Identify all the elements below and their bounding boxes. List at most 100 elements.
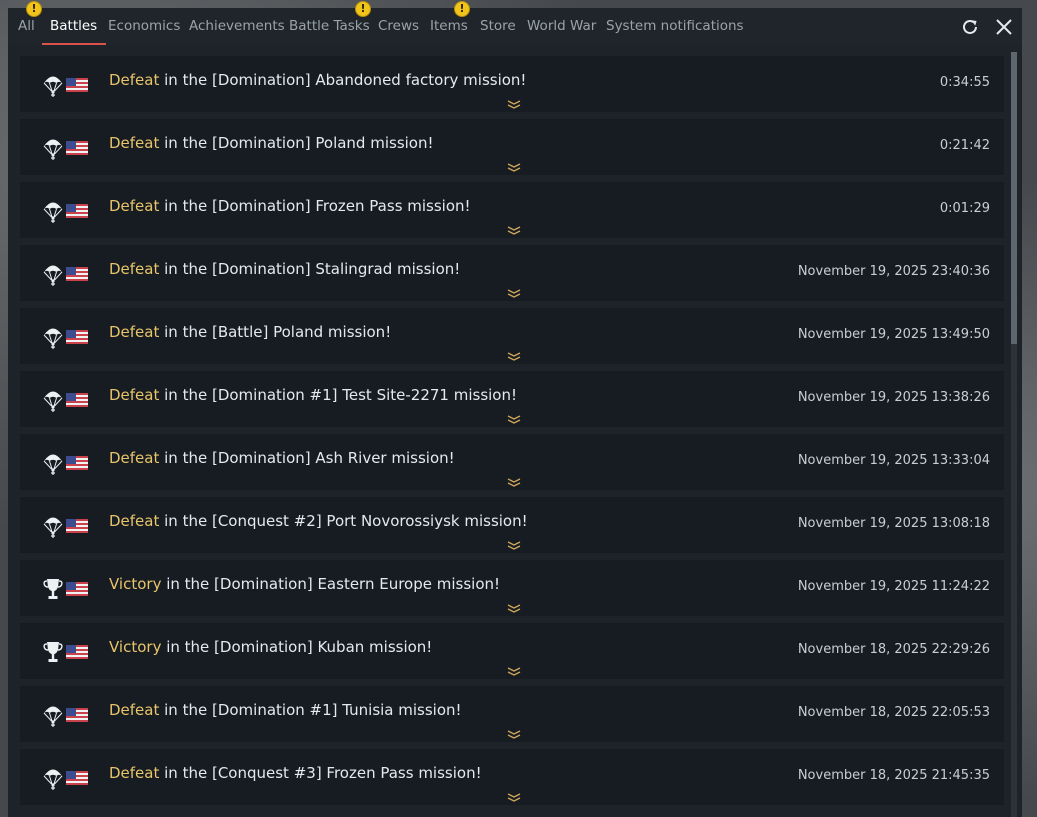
tab-bar: All! Battles Economics Achievements Batt… xyxy=(8,1,1022,45)
expand-chevron-icon[interactable] xyxy=(507,478,521,487)
refresh-button[interactable] xyxy=(958,15,982,39)
notification-row[interactable]: Defeat in the [Battle] Poland mission! N… xyxy=(20,308,1004,364)
parachute-icon xyxy=(43,769,63,790)
expand-chevron-icon[interactable] xyxy=(507,667,521,676)
mission-text: in the [Domination] Poland mission! xyxy=(159,134,434,152)
notification-time: 0:34:55 xyxy=(939,75,990,90)
notification-time: November 19, 2025 11:24:22 xyxy=(797,579,990,594)
notification-row[interactable]: Defeat in the [Domination #1] Tunisia mi… xyxy=(20,686,1004,742)
parachute-icon xyxy=(43,517,63,538)
tab-battles[interactable]: Battles xyxy=(41,8,107,45)
battle-result: Defeat xyxy=(109,449,160,467)
battle-result: Victory xyxy=(109,638,162,656)
parachute-icon xyxy=(43,454,63,475)
notification-row[interactable]: Defeat in the [Conquest #3] Frozen Pass … xyxy=(20,749,1004,805)
mission-text: in the [Domination] Eastern Europe missi… xyxy=(161,575,501,593)
notification-time: November 19, 2025 13:49:50 xyxy=(797,327,990,342)
notification-time: November 18, 2025 22:05:53 xyxy=(797,705,990,720)
parachute-icon xyxy=(43,76,63,97)
usa-flag-icon xyxy=(66,393,88,407)
battle-result: Defeat xyxy=(109,260,160,278)
usa-flag-icon xyxy=(66,141,88,155)
notification-message: Defeat in the [Domination #1] Tunisia mi… xyxy=(109,701,462,719)
battle-result: Defeat xyxy=(109,512,160,530)
trophy-icon xyxy=(43,579,63,599)
notification-message: Defeat in the [Domination #1] Test Site-… xyxy=(109,386,517,404)
expand-chevron-icon[interactable] xyxy=(507,352,521,361)
expand-chevron-icon[interactable] xyxy=(507,793,521,802)
close-button[interactable] xyxy=(992,15,1016,39)
tab-all[interactable]: All! xyxy=(18,1,42,45)
usa-flag-icon xyxy=(66,519,88,533)
notification-message: Defeat in the [Domination] Stalingrad mi… xyxy=(109,260,460,278)
notification-time: November 18, 2025 21:45:35 xyxy=(797,768,990,783)
scrollbar-thumb[interactable] xyxy=(1011,52,1017,344)
tab-economics[interactable]: Economics xyxy=(108,8,180,45)
usa-flag-icon xyxy=(66,204,88,218)
notification-message: Victory in the [Domination] Kuban missio… xyxy=(109,638,432,656)
parachute-icon xyxy=(43,328,63,349)
expand-chevron-icon[interactable] xyxy=(507,730,521,739)
expand-chevron-icon[interactable] xyxy=(507,415,521,424)
usa-flag-icon xyxy=(66,78,88,92)
usa-flag-icon xyxy=(66,645,88,659)
battle-result: Defeat xyxy=(109,71,160,89)
notification-row[interactable]: Victory in the [Domination] Eastern Euro… xyxy=(20,560,1004,616)
expand-chevron-icon[interactable] xyxy=(507,163,521,172)
expand-chevron-icon[interactable] xyxy=(507,100,521,109)
tab-battle-tasks[interactable]: Battle Tasks! xyxy=(289,1,371,45)
parachute-icon xyxy=(43,265,63,286)
notification-time: November 18, 2025 22:29:26 xyxy=(797,642,990,657)
usa-flag-icon xyxy=(66,582,88,596)
mission-text: in the [Conquest #3] Frozen Pass mission… xyxy=(159,764,482,782)
notification-row[interactable]: Defeat in the [Domination] Frozen Pass m… xyxy=(20,182,1004,238)
notification-badge: ! xyxy=(454,1,470,17)
scrollbar[interactable] xyxy=(1011,52,1017,817)
mission-text: in the [Domination] Kuban mission! xyxy=(161,638,433,656)
mission-text: in the [Battle] Poland mission! xyxy=(159,323,392,341)
notification-badge: ! xyxy=(355,1,371,17)
expand-chevron-icon[interactable] xyxy=(507,604,521,613)
notification-time: 0:01:29 xyxy=(939,201,990,216)
notification-message: Victory in the [Domination] Eastern Euro… xyxy=(109,575,500,593)
battle-result: Defeat xyxy=(109,197,160,215)
mission-text: in the [Domination #1] Test Site-2271 mi… xyxy=(159,386,517,404)
notification-row[interactable]: Defeat in the [Conquest #2] Port Novoros… xyxy=(20,497,1004,553)
mission-text: in the [Domination] Ash River mission! xyxy=(159,449,455,467)
notification-message: Defeat in the [Conquest #2] Port Novoros… xyxy=(109,512,528,530)
close-icon xyxy=(996,19,1012,35)
notification-row[interactable]: Defeat in the [Domination #1] Test Site-… xyxy=(20,371,1004,427)
notification-row[interactable]: Defeat in the [Domination] Poland missio… xyxy=(20,119,1004,175)
tab-system-notifications[interactable]: System notifications xyxy=(606,8,744,45)
notification-message: Defeat in the [Domination] Ash River mis… xyxy=(109,449,455,467)
battle-result: Defeat xyxy=(109,134,160,152)
tab-achievements[interactable]: Achievements xyxy=(189,8,285,45)
tab-crews[interactable]: Crews xyxy=(378,8,419,45)
mission-text: in the [Domination] Frozen Pass mission! xyxy=(159,197,471,215)
usa-flag-icon xyxy=(66,330,88,344)
battle-result: Defeat xyxy=(109,386,160,404)
tab-store[interactable]: Store xyxy=(480,8,516,45)
mission-text: in the [Domination] Stalingrad mission! xyxy=(159,260,461,278)
refresh-icon xyxy=(963,20,977,34)
expand-chevron-icon[interactable] xyxy=(507,289,521,298)
usa-flag-icon xyxy=(66,771,88,785)
expand-chevron-icon[interactable] xyxy=(507,226,521,235)
notification-row[interactable]: Defeat in the [Domination] Abandoned fac… xyxy=(20,56,1004,112)
tab-items[interactable]: Items! xyxy=(430,1,470,45)
parachute-icon xyxy=(43,391,63,412)
usa-flag-icon xyxy=(66,456,88,470)
notification-message: Defeat in the [Domination] Abandoned fac… xyxy=(109,71,526,89)
notification-badge: ! xyxy=(26,1,42,17)
mission-text: in the [Conquest #2] Port Novorossiysk m… xyxy=(159,512,528,530)
usa-flag-icon xyxy=(66,267,88,281)
tab-world-war[interactable]: World War xyxy=(527,8,596,45)
trophy-icon xyxy=(43,642,63,662)
notification-row[interactable]: Defeat in the [Domination] Stalingrad mi… xyxy=(20,245,1004,301)
parachute-icon xyxy=(43,202,63,223)
notification-row[interactable]: Defeat in the [Domination] Ash River mis… xyxy=(20,434,1004,490)
battle-notifications-list: Defeat in the [Domination] Abandoned fac… xyxy=(20,56,1004,817)
expand-chevron-icon[interactable] xyxy=(507,541,521,550)
notification-row[interactable]: Victory in the [Domination] Kuban missio… xyxy=(20,623,1004,679)
notification-message: Defeat in the [Domination] Frozen Pass m… xyxy=(109,197,471,215)
